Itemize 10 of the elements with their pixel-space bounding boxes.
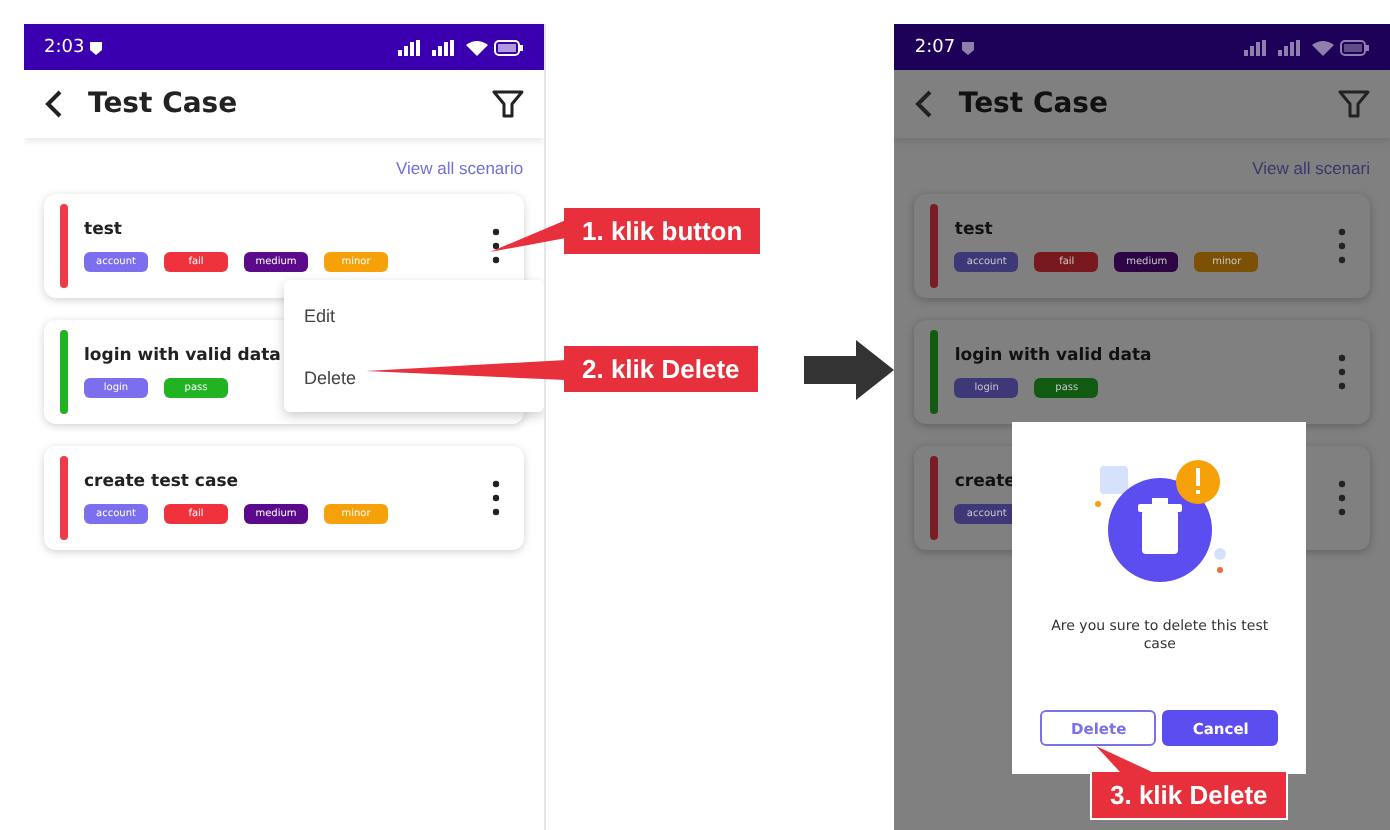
clock-time: 2:07	[914, 37, 956, 57]
card-title: create test case	[84, 472, 241, 492]
card-title: test	[84, 220, 124, 240]
clock-time: 2:03	[44, 37, 85, 57]
callout-label: 2. klik Delete	[562, 344, 760, 394]
card-title: login with valid data	[84, 346, 281, 366]
card-title: login with valid data	[954, 346, 1152, 366]
screen-title: Test Case	[88, 88, 238, 120]
card-title: test	[954, 220, 995, 240]
screen-title: Test Case	[958, 88, 1109, 120]
